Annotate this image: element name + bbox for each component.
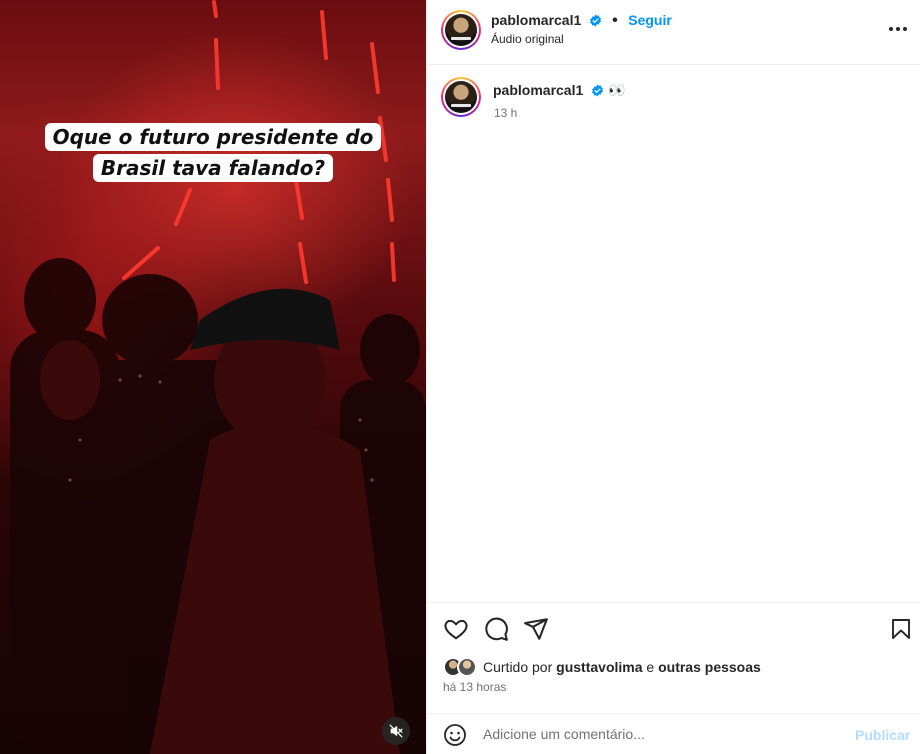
post-header: pablomarcal1 • Seguir Áudio original (427, 0, 920, 65)
likes-connector: e (646, 659, 655, 675)
post-side-panel: pablomarcal1 • Seguir Áudio original pab… (426, 0, 920, 754)
avatar (457, 657, 477, 677)
liker-avatars (443, 657, 479, 677)
video-caption-line2: Brasil tava falando? (0, 153, 426, 183)
more-options-icon[interactable] (889, 27, 907, 31)
heart-icon[interactable] (443, 616, 469, 642)
liker-username[interactable]: gusttavolima (556, 659, 642, 675)
comment-icon[interactable] (483, 616, 509, 642)
video-frame-art (10, 0, 426, 754)
author-avatar[interactable] (441, 10, 481, 50)
audio-label[interactable]: Áudio original (491, 32, 564, 46)
emoji-icon[interactable] (443, 723, 467, 747)
author-username[interactable]: pablomarcal1 (491, 12, 581, 28)
caption-author-avatar[interactable] (441, 77, 481, 117)
likes-prefix: Curtido por (483, 659, 553, 675)
other-likers-link[interactable]: outras pessoas (658, 659, 761, 675)
avatar (445, 81, 477, 113)
send-icon[interactable] (523, 616, 549, 642)
caption-time[interactable]: 13 h (494, 106, 517, 120)
verified-badge-icon (591, 84, 603, 97)
reel-video[interactable]: Oque o futuro presidente do Brasil tava … (0, 0, 426, 754)
follow-button[interactable]: Seguir (628, 12, 672, 28)
publish-button[interactable]: Publicar (855, 727, 910, 743)
comment-bar: Publicar (427, 713, 920, 754)
comment-input[interactable] (483, 726, 823, 742)
post-time-ago[interactable]: há 13 horas (443, 680, 506, 694)
video-caption-line1: Oque o futuro presidente do (0, 122, 426, 152)
avatar (445, 14, 477, 46)
separator-dot: • (612, 12, 618, 29)
muted-speaker-icon[interactable] (382, 717, 410, 745)
caption-username[interactable]: pablomarcal1 (493, 82, 583, 98)
caption-text: 👀 (608, 82, 626, 98)
bookmark-icon[interactable] (889, 616, 913, 642)
verified-badge-icon (589, 14, 601, 27)
likes-summary: Curtido por gusttavolima e outras pessoa… (443, 657, 761, 677)
